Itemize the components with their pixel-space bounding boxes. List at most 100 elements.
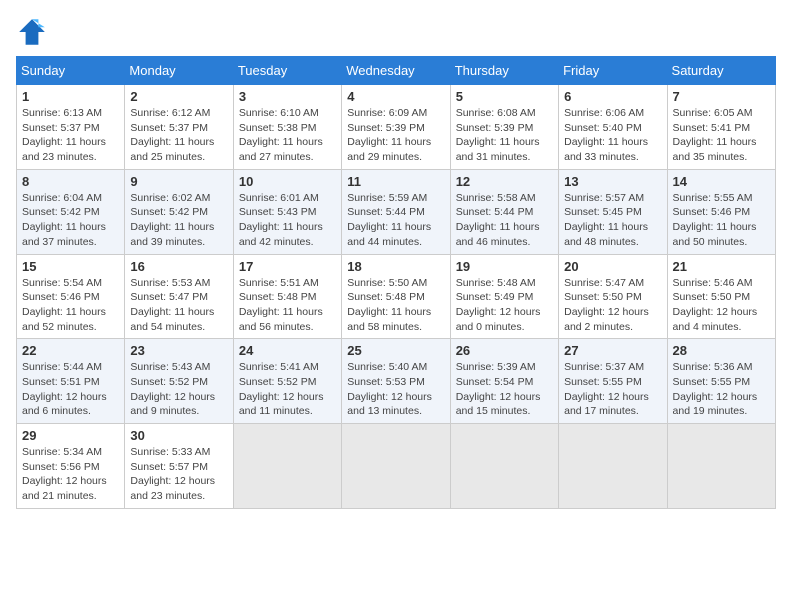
day-number: 27 [564,343,661,358]
day-info: Sunrise: 5:53 AMSunset: 5:47 PMDaylight:… [130,276,227,335]
calendar-day-cell [559,424,667,509]
day-info: Sunrise: 6:12 AMSunset: 5:37 PMDaylight:… [130,106,227,165]
calendar-table: SundayMondayTuesdayWednesdayThursdayFrid… [16,56,776,509]
calendar-week-row: 8 Sunrise: 6:04 AMSunset: 5:42 PMDaylight… [17,169,776,254]
day-number: 5 [456,89,553,104]
day-info: Sunrise: 5:43 AMSunset: 5:52 PMDaylight:… [130,360,227,419]
day-info: Sunrise: 5:54 AMSunset: 5:46 PMDaylight:… [22,276,119,335]
calendar-header-row: SundayMondayTuesdayWednesdayThursdayFrid… [17,57,776,85]
day-number: 1 [22,89,119,104]
calendar-week-row: 22 Sunrise: 5:44 AMSunset: 5:51 PMDayligh… [17,339,776,424]
calendar-day-cell: 3 Sunrise: 6:10 AMSunset: 5:38 PMDaylight… [233,85,341,170]
day-number: 12 [456,174,553,189]
day-number: 4 [347,89,444,104]
day-info: Sunrise: 6:01 AMSunset: 5:43 PMDaylight:… [239,191,336,250]
calendar-day-cell: 8 Sunrise: 6:04 AMSunset: 5:42 PMDaylight… [17,169,125,254]
day-info: Sunrise: 5:59 AMSunset: 5:44 PMDaylight:… [347,191,444,250]
calendar-day-cell: 14 Sunrise: 5:55 AMSunset: 5:46 PMDayligh… [667,169,775,254]
weekday-header: Saturday [667,57,775,85]
day-number: 10 [239,174,336,189]
day-number: 17 [239,259,336,274]
calendar-week-row: 15 Sunrise: 5:54 AMSunset: 5:46 PMDayligh… [17,254,776,339]
calendar-day-cell: 16Sunrise: 5:53 AMSunset: 5:47 PMDayligh… [125,254,233,339]
day-info: Sunrise: 6:10 AMSunset: 5:38 PMDaylight:… [239,106,336,165]
calendar-day-cell [450,424,558,509]
calendar-week-row: 29 Sunrise: 5:34 AMSunset: 5:56 PMDayligh… [17,424,776,509]
calendar-day-cell: 24Sunrise: 5:41 AMSunset: 5:52 PMDayligh… [233,339,341,424]
calendar-day-cell: 19 Sunrise: 5:48 AMSunset: 5:49 PMDayligh… [450,254,558,339]
day-number: 21 [673,259,770,274]
calendar-day-cell [342,424,450,509]
day-info: Sunrise: 6:04 AMSunset: 5:42 PMDaylight:… [22,191,119,250]
day-info: Sunrise: 5:46 AMSunset: 5:50 PMDaylight:… [673,276,770,335]
day-number: 23 [130,343,227,358]
day-info: Sunrise: 5:33 AMSunset: 5:57 PMDaylight:… [130,445,227,504]
day-number: 9 [130,174,227,189]
calendar-day-cell: 23 Sunrise: 5:43 AMSunset: 5:52 PMDayligh… [125,339,233,424]
calendar-day-cell: 13 Sunrise: 5:57 AMSunset: 5:45 PMDayligh… [559,169,667,254]
day-number: 20 [564,259,661,274]
day-info: Sunrise: 5:50 AMSunset: 5:48 PMDaylight:… [347,276,444,335]
day-number: 6 [564,89,661,104]
day-info: Sunrise: 5:41 AMSunset: 5:52 PMDaylight:… [239,360,336,419]
day-info: Sunrise: 5:55 AMSunset: 5:46 PMDaylight:… [673,191,770,250]
day-info: Sunrise: 6:13 AMSunset: 5:37 PMDaylight:… [22,106,119,165]
calendar-day-cell: 7 Sunrise: 6:05 AMSunset: 5:41 PMDaylight… [667,85,775,170]
day-number: 2 [130,89,227,104]
calendar-day-cell: 9Sunrise: 6:02 AMSunset: 5:42 PMDaylight… [125,169,233,254]
calendar-day-cell: 22 Sunrise: 5:44 AMSunset: 5:51 PMDayligh… [17,339,125,424]
day-number: 8 [22,174,119,189]
day-info: Sunrise: 5:58 AMSunset: 5:44 PMDaylight:… [456,191,553,250]
day-info: Sunrise: 5:39 AMSunset: 5:54 PMDaylight:… [456,360,553,419]
day-info: Sunrise: 6:05 AMSunset: 5:41 PMDaylight:… [673,106,770,165]
weekday-header: Wednesday [342,57,450,85]
day-number: 3 [239,89,336,104]
day-number: 26 [456,343,553,358]
day-number: 15 [22,259,119,274]
weekday-header: Thursday [450,57,558,85]
calendar-day-cell: 21 Sunrise: 5:46 AMSunset: 5:50 PMDayligh… [667,254,775,339]
page-header [16,16,776,48]
day-info: Sunrise: 6:09 AMSunset: 5:39 PMDaylight:… [347,106,444,165]
calendar-day-cell: 29 Sunrise: 5:34 AMSunset: 5:56 PMDayligh… [17,424,125,509]
day-number: 28 [673,343,770,358]
day-info: Sunrise: 5:44 AMSunset: 5:51 PMDaylight:… [22,360,119,419]
day-number: 14 [673,174,770,189]
calendar-day-cell: 17 Sunrise: 5:51 AMSunset: 5:48 PMDayligh… [233,254,341,339]
day-number: 7 [673,89,770,104]
day-number: 25 [347,343,444,358]
day-number: 11 [347,174,444,189]
day-info: Sunrise: 5:51 AMSunset: 5:48 PMDaylight:… [239,276,336,335]
day-info: Sunrise: 5:40 AMSunset: 5:53 PMDaylight:… [347,360,444,419]
calendar-week-row: 1 Sunrise: 6:13 AMSunset: 5:37 PMDaylight… [17,85,776,170]
calendar-day-cell: 11 Sunrise: 5:59 AMSunset: 5:44 PMDayligh… [342,169,450,254]
day-info: Sunrise: 5:57 AMSunset: 5:45 PMDaylight:… [564,191,661,250]
calendar-day-cell: 20 Sunrise: 5:47 AMSunset: 5:50 PMDayligh… [559,254,667,339]
day-info: Sunrise: 5:34 AMSunset: 5:56 PMDaylight:… [22,445,119,504]
calendar-day-cell: 26 Sunrise: 5:39 AMSunset: 5:54 PMDayligh… [450,339,558,424]
day-number: 29 [22,428,119,443]
calendar-day-cell: 1 Sunrise: 6:13 AMSunset: 5:37 PMDaylight… [17,85,125,170]
calendar-day-cell [233,424,341,509]
weekday-header: Monday [125,57,233,85]
calendar-day-cell: 5 Sunrise: 6:08 AMSunset: 5:39 PMDaylight… [450,85,558,170]
calendar-day-cell: 6 Sunrise: 6:06 AMSunset: 5:40 PMDaylight… [559,85,667,170]
calendar-day-cell: 30Sunrise: 5:33 AMSunset: 5:57 PMDayligh… [125,424,233,509]
calendar-day-cell: 27 Sunrise: 5:37 AMSunset: 5:55 PMDayligh… [559,339,667,424]
day-info: Sunrise: 5:37 AMSunset: 5:55 PMDaylight:… [564,360,661,419]
calendar-day-cell: 18 Sunrise: 5:50 AMSunset: 5:48 PMDayligh… [342,254,450,339]
calendar-day-cell: 12 Sunrise: 5:58 AMSunset: 5:44 PMDayligh… [450,169,558,254]
logo [16,16,52,48]
calendar-day-cell [667,424,775,509]
day-number: 18 [347,259,444,274]
weekday-header: Sunday [17,57,125,85]
logo-icon [16,16,48,48]
day-info: Sunrise: 6:06 AMSunset: 5:40 PMDaylight:… [564,106,661,165]
day-number: 13 [564,174,661,189]
day-number: 19 [456,259,553,274]
day-info: Sunrise: 6:08 AMSunset: 5:39 PMDaylight:… [456,106,553,165]
day-info: Sunrise: 5:47 AMSunset: 5:50 PMDaylight:… [564,276,661,335]
day-info: Sunrise: 5:48 AMSunset: 5:49 PMDaylight:… [456,276,553,335]
day-number: 22 [22,343,119,358]
calendar-day-cell: 25 Sunrise: 5:40 AMSunset: 5:53 PMDayligh… [342,339,450,424]
